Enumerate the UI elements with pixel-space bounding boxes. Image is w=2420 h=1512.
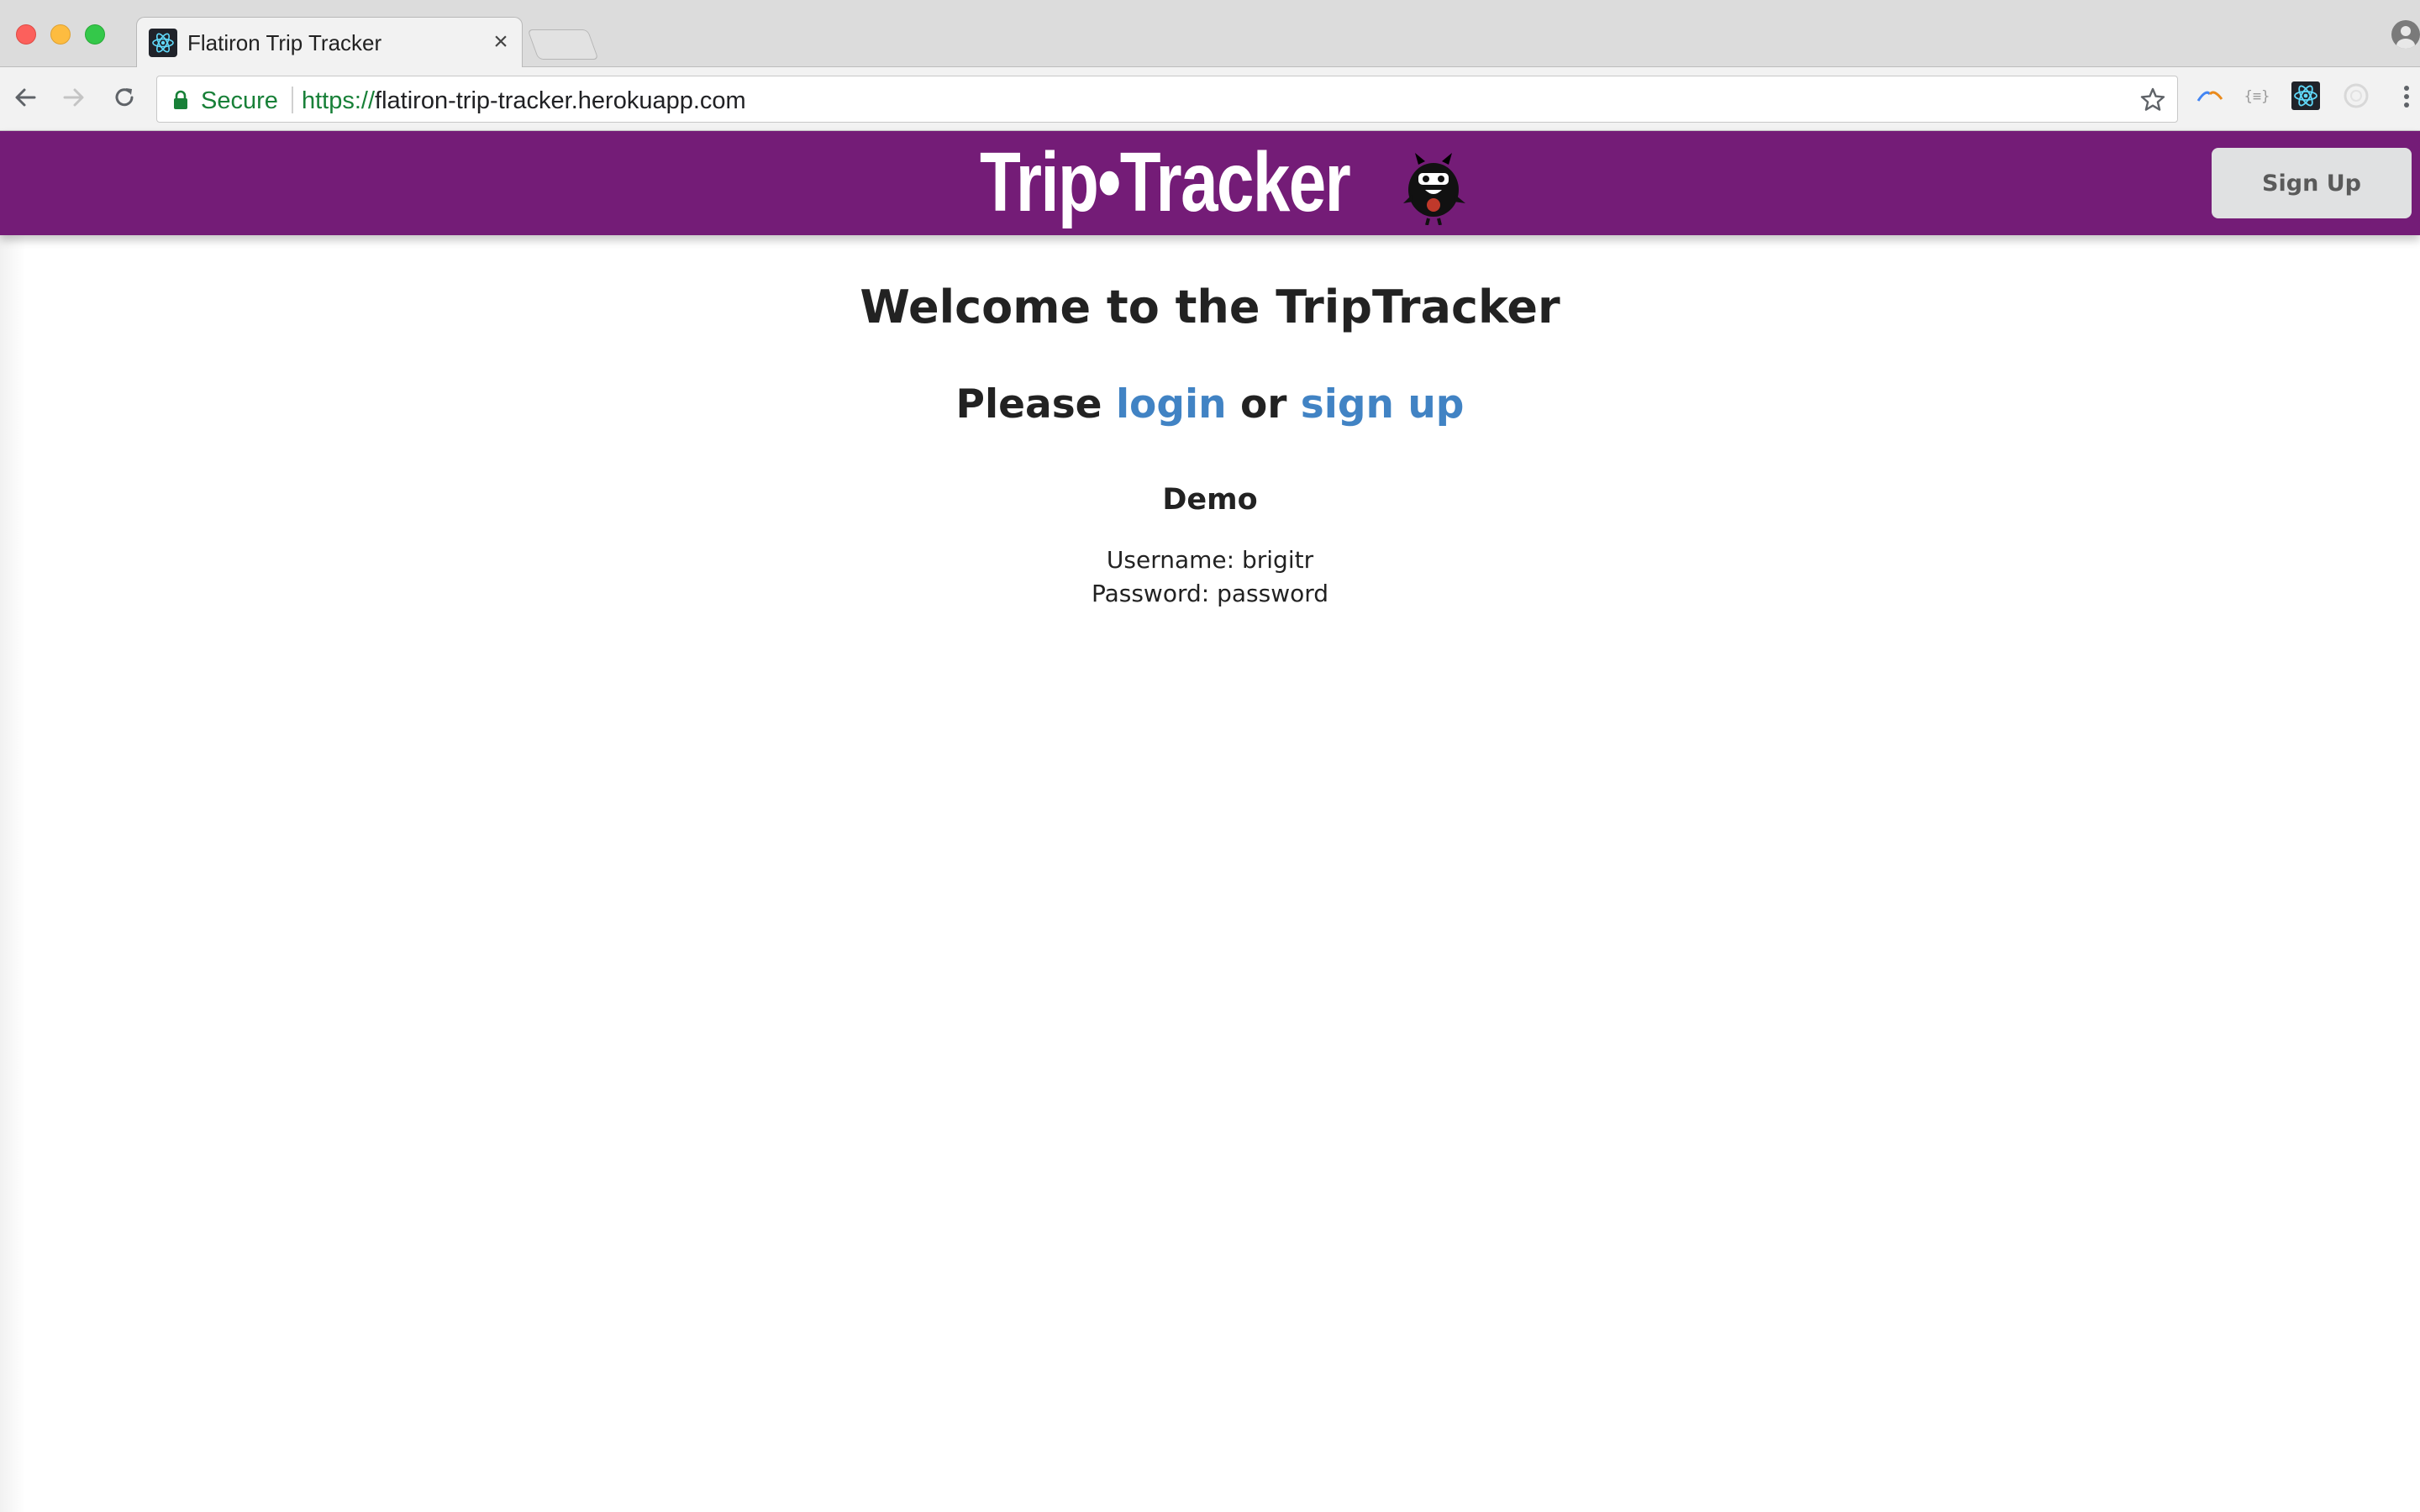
browser-tab-active[interactable]: Flatiron Trip Tracker × [136, 17, 523, 68]
forward-arrow-icon[interactable] [57, 81, 91, 114]
lock-icon [174, 90, 187, 109]
web-page: Trip•Tracker Sign Up Welcome to the Trip… [0, 131, 2420, 1512]
window-close-button[interactable] [16, 24, 36, 45]
page-edge-shade [0, 131, 25, 1512]
demo-username: Username: brigitr [1106, 546, 1314, 574]
secure-label: Secure [201, 87, 278, 114]
login-link[interactable]: login [1116, 381, 1227, 428]
extension-circle-icon[interactable] [2341, 81, 2371, 111]
demo-password: Password: password [1091, 580, 1329, 607]
extension-arc-icon[interactable] [2195, 81, 2225, 111]
window-minimize-button[interactable] [50, 24, 71, 45]
address-bar[interactable]: Secure https://flatiron-trip-tracker.her… [156, 76, 2178, 123]
browser-menu-icon[interactable] [2396, 82, 2417, 111]
auth-prompt: Please login or sign up [0, 381, 2420, 428]
app-logo: Trip•Tracker [980, 135, 1351, 229]
profile-icon[interactable] [2391, 20, 2420, 49]
url-scheme: https:// [302, 87, 376, 114]
prompt-connector: or [1239, 381, 1287, 428]
tab-close-icon[interactable]: × [488, 28, 513, 55]
prompt-prefix: Please [955, 381, 1102, 428]
svg-text:{≡}: {≡} [2244, 88, 2270, 105]
extension-braces-icon[interactable]: {≡} [2242, 81, 2272, 111]
browser-tab-strip: Flatiron Trip Tracker × [0, 0, 2420, 68]
window-maximize-button[interactable] [85, 24, 105, 45]
tab-title: Flatiron Trip Tracker [187, 30, 382, 55]
demo-heading: Demo [1162, 483, 1258, 517]
welcome-heading: Welcome to the TripTracker [860, 281, 1560, 333]
bookmark-star-icon[interactable] [2139, 86, 2167, 114]
url-text[interactable]: https://flatiron-trip-tracker.herokuapp.… [302, 87, 746, 115]
signup-link[interactable]: sign up [1301, 381, 1465, 428]
reload-icon[interactable] [108, 81, 141, 114]
new-tab-button[interactable] [527, 29, 599, 60]
react-atom-icon [149, 29, 177, 57]
sign-up-button[interactable]: Sign Up [2212, 148, 2412, 218]
back-arrow-icon[interactable] [8, 81, 42, 114]
browser-toolbar: Secure https://flatiron-trip-tracker.her… [0, 67, 2420, 131]
omnibox-divider [292, 87, 293, 113]
mascot-icon [1403, 153, 1465, 225]
url-host: flatiron-trip-tracker.herokuapp.com [375, 87, 746, 114]
react-devtools-icon[interactable] [2291, 81, 2321, 111]
app-header: Trip•Tracker Sign Up [0, 131, 2420, 235]
